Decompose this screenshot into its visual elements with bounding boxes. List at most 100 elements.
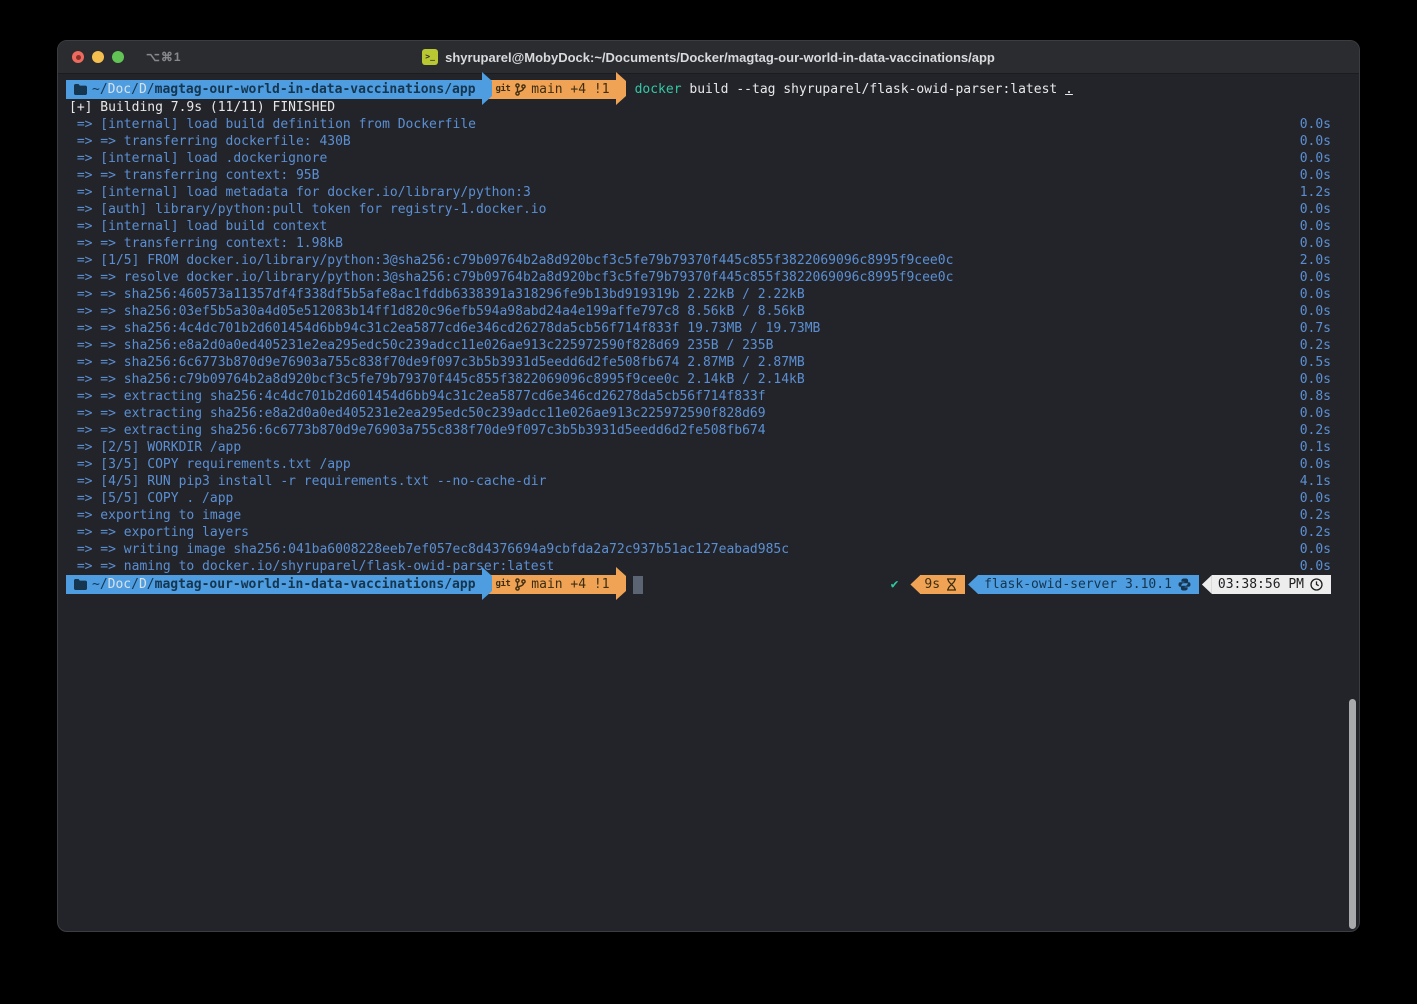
build-line-text: => [2/5] WORKDIR /app: [69, 439, 1292, 456]
powerline-arrow-icon: [1202, 575, 1212, 594]
build-line-time: 0.0s: [1300, 541, 1331, 558]
folder-icon: [74, 579, 87, 590]
build-line-text: => [internal] load metadata for docker.i…: [69, 184, 1292, 201]
scrollbar-thumb[interactable]: [1349, 699, 1356, 929]
build-output-line: => => sha256:e8a2d0a0ed405231e2ea295edc5…: [69, 337, 1331, 354]
build-line-time: 0.0s: [1300, 558, 1331, 575]
build-line-text: => => sha256:460573a11357df4f338df5b5afe…: [69, 286, 1292, 303]
build-line-time: 0.0s: [1300, 235, 1331, 252]
build-line-time: 0.0s: [1300, 286, 1331, 303]
build-line-time: 0.0s: [1300, 167, 1331, 184]
zoom-button[interactable]: [112, 51, 124, 63]
build-line-text: => => transferring context: 1.98kB: [69, 235, 1292, 252]
build-output-line: => [internal] load build definition from…: [69, 116, 1331, 133]
git-status-text: main +4 !1: [531, 81, 609, 98]
build-output-line: => => sha256:460573a11357df4f338df5b5afe…: [69, 286, 1331, 303]
terminal-content[interactable]: ~/Doc/D/magtag-our-world-in-data-vaccina…: [58, 75, 1359, 931]
build-output-line: => => transferring context: 95B 0.0s: [69, 167, 1331, 184]
build-output-line: => [3/5] COPY requirements.txt /app 0.0s: [69, 456, 1331, 473]
build-output-line: => [4/5] RUN pip3 install -r requirement…: [69, 473, 1331, 490]
prompt-line-bottom: ~/Doc/D/magtag-our-world-in-data-vaccina…: [66, 575, 1331, 594]
build-line-text: => [4/5] RUN pip3 install -r requirement…: [69, 473, 1292, 490]
prompt-path-segment: ~/Doc/D/magtag-our-world-in-data-vaccina…: [66, 80, 482, 99]
build-line-time: 0.0s: [1300, 371, 1331, 388]
tab-shortcut-label: ⌥⌘1: [146, 50, 182, 64]
build-line-time: 0.5s: [1300, 354, 1331, 371]
powerline-arrow-icon: [616, 567, 626, 600]
build-output-line: => => transferring context: 1.98kB 0.0s: [69, 235, 1331, 252]
hourglass-icon: [946, 578, 957, 591]
build-line-text: => => transferring dockerfile: 430B: [69, 133, 1292, 150]
build-line-time: 0.2s: [1300, 524, 1331, 541]
build-line-text: => => transferring context: 95B: [69, 167, 1292, 184]
build-line-time: 4.1s: [1300, 473, 1331, 490]
build-output-line: => => transferring dockerfile: 430B 0.0s: [69, 133, 1331, 150]
prompt-git-segment: git main +4 !1: [492, 80, 616, 99]
build-output-line: => => naming to docker.io/shyruparel/fla…: [69, 558, 1331, 575]
build-line-time: 0.0s: [1300, 269, 1331, 286]
build-line-text: => => exporting layers: [69, 524, 1292, 541]
build-line-text: => => sha256:c79b09764b2a8d920bcf3c5fe79…: [69, 371, 1292, 388]
build-line-time: 0.0s: [1300, 218, 1331, 235]
build-line-text: => [5/5] COPY . /app: [69, 490, 1292, 507]
duration-segment: 9s: [920, 575, 965, 594]
traffic-lights: [72, 51, 124, 63]
build-line-text: => [internal] load build definition from…: [69, 116, 1292, 133]
build-line-time: 1.2s: [1300, 184, 1331, 201]
python-icon: [1178, 578, 1191, 591]
success-check-icon: ✔: [891, 576, 899, 593]
build-output-line: => => sha256:4c4dc701b2d601454d6bb94c31c…: [69, 320, 1331, 337]
build-output-line: => => writing image sha256:041ba6008228e…: [69, 541, 1331, 558]
build-line-text: => [3/5] COPY requirements.txt /app: [69, 456, 1292, 473]
build-line-text: => => naming to docker.io/shyruparel/fla…: [69, 558, 1292, 575]
build-line-time: 0.2s: [1300, 422, 1331, 439]
build-line-time: 0.7s: [1300, 320, 1331, 337]
build-line-time: 0.0s: [1300, 116, 1331, 133]
build-line-time: 0.0s: [1300, 303, 1331, 320]
git-status-text: main +4 !1: [531, 576, 609, 593]
powerline-arrow-icon: [968, 575, 978, 594]
command-text: docker build --tag shyruparel/flask-owid…: [635, 81, 1073, 98]
close-button[interactable]: [72, 51, 84, 63]
build-output-line: => => sha256:03ef5b5a30a4d05e512083b14ff…: [69, 303, 1331, 320]
build-line-time: 0.8s: [1300, 388, 1331, 405]
build-output-line: => => resolve docker.io/library/python:3…: [69, 269, 1331, 286]
build-line-text: => => resolve docker.io/library/python:3…: [69, 269, 1292, 286]
build-line-text: => exporting to image: [69, 507, 1292, 524]
status-bar-right: ✔ 9s flask-owid-server 3.10.1 03:38:56 P…: [891, 575, 1331, 594]
build-output-line: => => extracting sha256:e8a2d0a0ed405231…: [69, 405, 1331, 422]
build-line-text: => => sha256:03ef5b5a30a4d05e512083b14ff…: [69, 303, 1292, 320]
python-env-segment: flask-owid-server 3.10.1: [978, 575, 1199, 594]
build-line-time: 0.2s: [1300, 337, 1331, 354]
powerline-arrow-icon: [910, 575, 920, 594]
build-line-text: => [internal] load build context: [69, 218, 1292, 235]
terminal-window: ⌥⌘1 >_ shyruparel@MobyDock:~/Documents/D…: [57, 40, 1360, 932]
terminal-cursor: [633, 576, 643, 594]
build-line-text: => [1/5] FROM docker.io/library/python:3…: [69, 252, 1292, 269]
build-line-time: 0.1s: [1300, 439, 1331, 456]
minimize-button[interactable]: [92, 51, 104, 63]
build-line-text: => => sha256:4c4dc701b2d601454d6bb94c31c…: [69, 320, 1292, 337]
build-output-line: => => extracting sha256:6c6773b870d9e769…: [69, 422, 1331, 439]
build-line-time: 0.0s: [1300, 133, 1331, 150]
build-output-line: => [5/5] COPY . /app 0.0s: [69, 490, 1331, 507]
build-output-line: => => sha256:6c6773b870d9e76903a755c838f…: [69, 354, 1331, 371]
build-line-time: 0.0s: [1300, 201, 1331, 218]
title-bar[interactable]: ⌥⌘1 >_ shyruparel@MobyDock:~/Documents/D…: [58, 41, 1359, 74]
powerline-arrow-icon: [616, 72, 626, 105]
build-line-text: => [auth] library/python:pull token for …: [69, 201, 1292, 218]
build-output-line: => [auth] library/python:pull token for …: [69, 201, 1331, 218]
build-line-text: => [internal] load .dockerignore: [69, 150, 1292, 167]
prompt-line-top: ~/Doc/D/magtag-our-world-in-data-vaccina…: [66, 80, 1331, 99]
git-branch-icon: [515, 83, 526, 96]
build-line-text: => => extracting sha256:6c6773b870d9e769…: [69, 422, 1292, 439]
build-line-text: => => sha256:6c6773b870d9e76903a755c838f…: [69, 354, 1292, 371]
build-output-line: => => sha256:c79b09764b2a8d920bcf3c5fe79…: [69, 371, 1331, 388]
powerline-arrow-icon: [482, 72, 492, 105]
powerline-arrow-icon: [482, 567, 492, 600]
git-logo-icon: git: [496, 576, 511, 593]
build-line-text: => => sha256:e8a2d0a0ed405231e2ea295edc5…: [69, 337, 1292, 354]
clock-time-segment: 03:38:56 PM: [1212, 575, 1331, 594]
build-output-line: => [internal] load metadata for docker.i…: [69, 184, 1331, 201]
build-line-time: 0.0s: [1300, 456, 1331, 473]
